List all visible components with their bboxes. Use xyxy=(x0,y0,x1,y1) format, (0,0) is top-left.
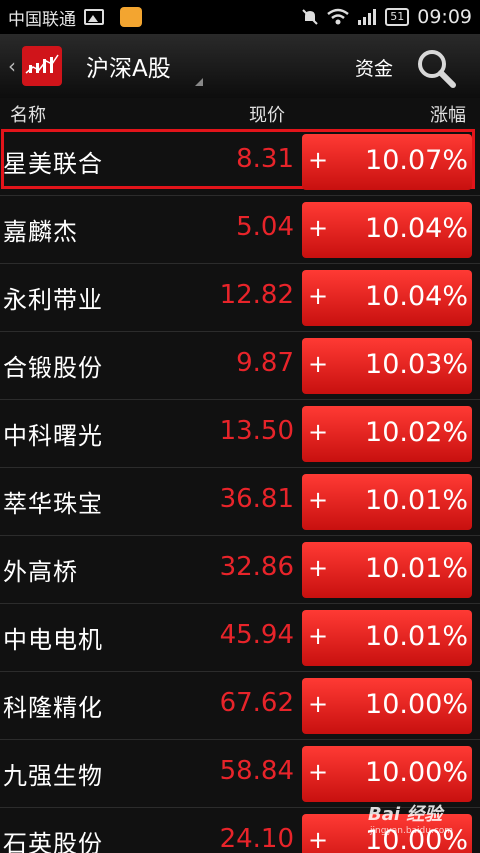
column-header: 名称 现价 涨幅 xyxy=(0,98,480,128)
stock-price: 67.62 xyxy=(219,688,294,718)
market-title[interactable]: 沪深A股 xyxy=(86,49,171,83)
change-percent: 10.02% xyxy=(365,417,468,448)
stock-row[interactable]: 合锻股份 9.87 + 10.03% xyxy=(0,332,480,400)
stock-price: 5.04 xyxy=(236,212,294,242)
change-percent: 10.01% xyxy=(365,553,468,584)
change-percent: 10.00% xyxy=(365,689,468,720)
change-badge: + 10.00% xyxy=(302,746,472,802)
stock-row[interactable]: 中科曙光 13.50 + 10.02% xyxy=(0,400,480,468)
stock-name: 九强生物 xyxy=(3,762,103,790)
stock-price: 24.10 xyxy=(219,824,294,853)
stock-price: 36.81 xyxy=(219,484,294,514)
stock-name: 星美联合 xyxy=(3,150,103,178)
folder-notification-icon xyxy=(120,7,142,27)
mute-icon xyxy=(302,9,318,25)
stock-name: 萃华珠宝 xyxy=(3,490,103,518)
stock-name: 中电电机 xyxy=(3,626,103,654)
back-chevron-icon[interactable]: ‹ xyxy=(4,54,20,78)
stock-row[interactable]: 萃华珠宝 36.81 + 10.01% xyxy=(0,468,480,536)
change-percent: 10.07% xyxy=(365,145,468,176)
change-badge: + 10.01% xyxy=(302,610,472,666)
change-badge: + 10.04% xyxy=(302,202,472,258)
stock-price: 45.94 xyxy=(219,620,294,650)
change-sign: + xyxy=(308,486,329,514)
stock-row[interactable]: 中电电机 45.94 + 10.01% xyxy=(0,604,480,672)
candlestick-chart-icon xyxy=(25,54,59,74)
change-sign: + xyxy=(308,350,329,378)
change-percent: 10.01% xyxy=(365,485,468,516)
change-sign: + xyxy=(308,282,329,310)
stock-row[interactable]: 九强生物 58.84 + 10.00% xyxy=(0,740,480,808)
app-logo[interactable] xyxy=(22,46,62,86)
stock-row[interactable]: 外高桥 32.86 + 10.01% xyxy=(0,536,480,604)
change-badge: + 10.01% xyxy=(302,542,472,598)
column-price-header[interactable]: 现价 xyxy=(249,101,285,127)
clock: 09:09 xyxy=(417,6,472,28)
stock-price: 58.84 xyxy=(219,756,294,786)
stock-name: 石英股份 xyxy=(3,830,103,853)
change-sign: + xyxy=(308,214,329,242)
funds-button[interactable]: 资金 xyxy=(355,54,393,81)
stock-name: 嘉麟杰 xyxy=(3,218,78,246)
change-badge: + 10.03% xyxy=(302,338,472,394)
change-percent: 10.04% xyxy=(365,213,468,244)
stock-row[interactable]: 永利带业 12.82 + 10.04% xyxy=(0,264,480,332)
carrier-name: 中国联通 xyxy=(8,9,76,30)
change-percent: 10.03% xyxy=(365,349,468,380)
stock-row[interactable]: 科隆精化 67.62 + 10.00% xyxy=(0,672,480,740)
change-percent: 10.04% xyxy=(365,281,468,312)
stock-price: 13.50 xyxy=(219,416,294,446)
change-badge: + 10.07% xyxy=(302,134,472,190)
column-change-header[interactable]: 涨幅 xyxy=(430,101,466,127)
column-name-header[interactable]: 名称 xyxy=(10,101,46,127)
battery-icon: 51 xyxy=(385,8,410,26)
stock-row[interactable]: 星美联合 8.31 + 10.07% xyxy=(0,128,480,196)
stock-name: 合锻股份 xyxy=(3,354,103,382)
change-badge: + 10.00% xyxy=(302,678,472,734)
change-badge: + 10.01% xyxy=(302,474,472,530)
watermark-text: Bai 经验 xyxy=(368,804,443,825)
search-icon[interactable] xyxy=(416,48,456,88)
stock-name: 永利带业 xyxy=(3,286,103,314)
change-sign: + xyxy=(308,146,329,174)
wifi-icon xyxy=(327,8,350,25)
signal-icon xyxy=(358,9,377,25)
app-header: ‹ 沪深A股 资金 xyxy=(0,34,480,98)
gallery-notification-icon xyxy=(84,9,104,25)
change-sign: + xyxy=(308,758,329,786)
baidu-watermark: Bai 经验 jingyan.baidu.com xyxy=(368,800,453,836)
change-percent: 10.00% xyxy=(365,757,468,788)
change-sign: + xyxy=(308,418,329,446)
stock-name: 中科曙光 xyxy=(3,422,103,450)
change-sign: + xyxy=(308,622,329,650)
dropdown-indicator-icon[interactable] xyxy=(194,78,203,86)
change-sign: + xyxy=(308,554,329,582)
status-bar: 中国联通 51 09:09 xyxy=(0,0,480,34)
change-badge: + 10.02% xyxy=(302,406,472,462)
stock-name: 外高桥 xyxy=(3,558,78,586)
change-badge: + 10.04% xyxy=(302,270,472,326)
stock-row[interactable]: 嘉麟杰 5.04 + 10.04% xyxy=(0,196,480,264)
status-icons: 51 09:09 xyxy=(301,6,472,28)
change-sign: + xyxy=(308,826,329,853)
change-percent: 10.01% xyxy=(365,621,468,652)
stock-price: 9.87 xyxy=(236,348,294,378)
stock-price: 8.31 xyxy=(236,144,294,174)
stock-price: 12.82 xyxy=(219,280,294,310)
change-sign: + xyxy=(308,690,329,718)
stock-price: 32.86 xyxy=(219,552,294,582)
stock-name: 科隆精化 xyxy=(3,694,103,722)
watermark-url: jingyan.baidu.com xyxy=(370,826,454,836)
